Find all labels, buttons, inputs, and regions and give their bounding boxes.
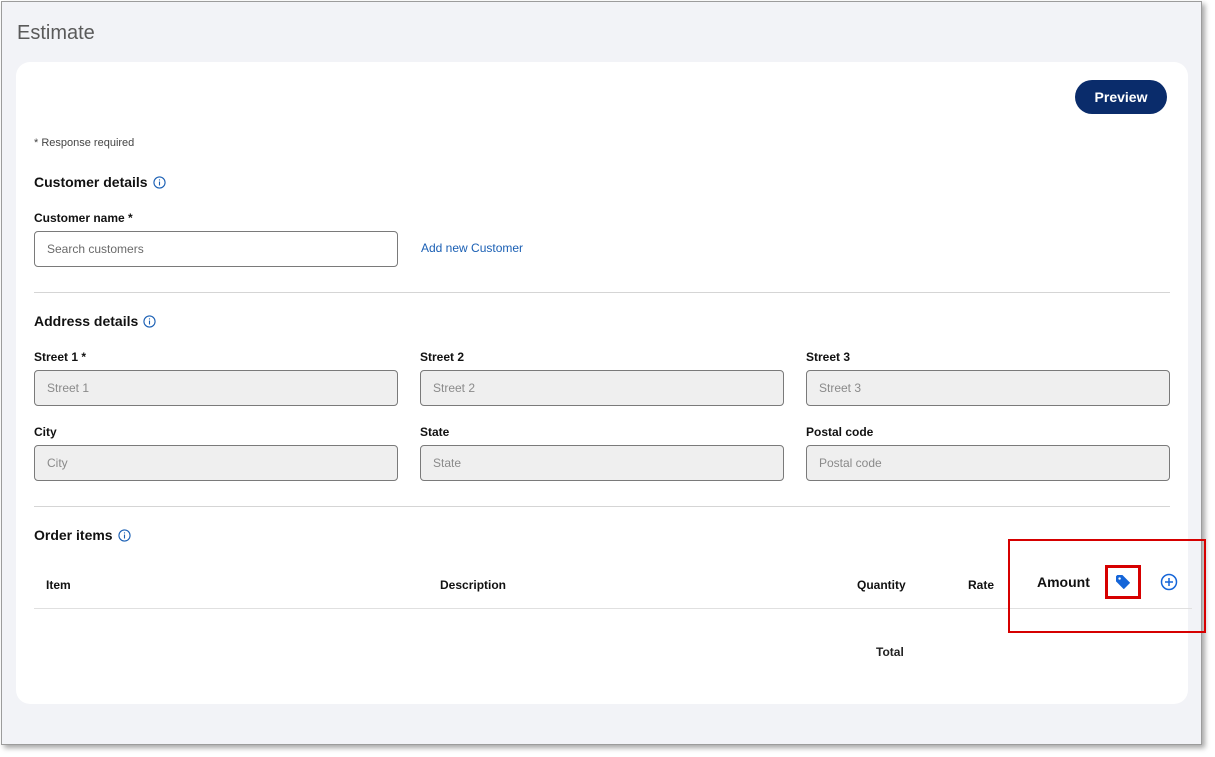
column-header-description: Description [440,578,507,592]
section-divider [34,292,1170,293]
street3-label: Street 3 [806,350,851,364]
state-input[interactable] [420,445,784,481]
city-label: City [34,425,57,439]
customer-details-title: Customer details [34,174,148,190]
discount-tag-button[interactable] [1105,565,1141,599]
street1-input[interactable] [34,370,398,406]
street3-input[interactable] [806,370,1170,406]
customer-name-label: Customer name * [34,211,133,225]
state-label: State [420,425,450,439]
address-details-heading: Address details [34,313,156,329]
info-icon[interactable] [117,528,131,542]
order-items-heading: Order items [34,527,131,543]
address-details-title: Address details [34,313,139,329]
preview-button[interactable]: Preview [1075,80,1167,114]
order-items-title: Order items [34,527,113,543]
column-header-rate: Rate [968,578,995,592]
section-divider [34,506,1170,507]
street1-label: Street 1 * [34,350,87,364]
tag-icon [1116,575,1130,589]
customer-search-input[interactable] [34,231,398,267]
info-icon[interactable] [152,175,166,189]
page-title: Estimate [17,22,95,44]
city-input[interactable] [34,445,398,481]
total-label: Total [876,645,904,659]
postal-code-input[interactable] [806,445,1170,481]
info-icon[interactable] [143,314,156,328]
add-new-customer-link[interactable]: Add new Customer [421,241,523,255]
required-note: * Response required [34,137,135,149]
street2-label: Street 2 [420,350,465,364]
column-header-item: Item [46,578,71,592]
postal-code-label: Postal code [806,425,874,439]
column-header-quantity: Quantity [857,578,906,592]
add-circle-icon[interactable] [1160,573,1178,591]
customer-details-heading: Customer details [34,174,166,190]
app-window: Estimate Preview * Response required Cus… [1,1,1206,745]
street2-input[interactable] [420,370,784,406]
